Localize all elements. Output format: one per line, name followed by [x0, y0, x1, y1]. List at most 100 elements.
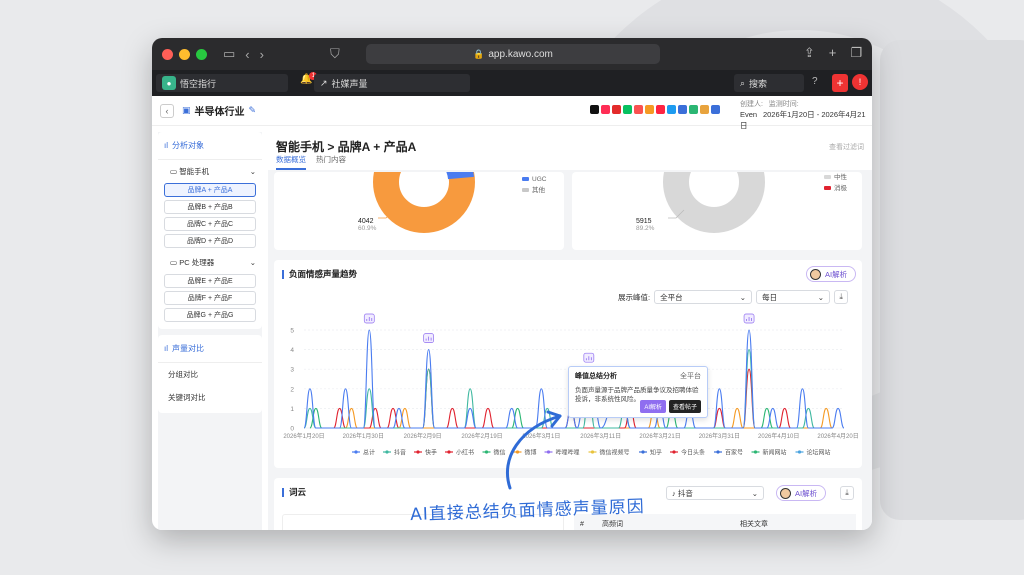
legend-item: 中性 — [824, 172, 847, 183]
bell-icon[interactable]: 🔔1 — [300, 72, 318, 85]
donut2-pct: 89.2% — [636, 225, 655, 232]
x-tick-label: 2026年4月10日 — [758, 432, 799, 440]
edit-icon[interactable]: ✎ — [249, 105, 257, 116]
y-tick-label: 1 — [290, 406, 294, 413]
main-header: 智能手机 > 品牌A + 产品A 查看过滤词 数据概览 热门内容 — [268, 132, 872, 170]
create-button[interactable]: + — [832, 74, 848, 92]
sidebar-item-brand-d[interactable]: 品牌D + 产品D — [164, 234, 256, 248]
search-icon: ⌕ — [740, 77, 746, 88]
x-tick-label: 2026年2月9日 — [404, 432, 442, 440]
sentiment-donut-card: 5915 89.2% 中性 消极 — [572, 172, 862, 250]
sidebar-item-brand-g[interactable]: 品牌G + 产品G — [164, 308, 256, 322]
platform-icon[interactable] — [700, 105, 709, 114]
browser-titlebar: ▭ ‹ › ⛉ 🔒 app.kawo.com ⇪ + ❐ — [152, 38, 872, 70]
sidebar-toggle-icon[interactable]: ▭ — [223, 46, 235, 62]
group-pc-processor[interactable]: ▭ PC 处理器 ⌄ — [158, 251, 262, 271]
platform-icon[interactable] — [678, 105, 687, 114]
sidebar-item-brand-a[interactable]: 品牌A + 产品A — [164, 183, 256, 197]
tooltip-ai-button[interactable]: AI解析 — [640, 400, 666, 413]
search-input[interactable]: ⌕ 搜索 — [734, 74, 804, 92]
new-tab-icon[interactable]: + — [829, 45, 837, 61]
legend-label: 快手 — [425, 448, 437, 456]
platform-icon[interactable] — [623, 105, 632, 114]
period-value: 2026年1月20日 - 2026年4月21日 — [740, 110, 866, 130]
forward-icon[interactable]: › — [260, 47, 264, 62]
wordcloud-ai-button[interactable]: AI解析 — [776, 485, 827, 501]
url-text: app.kawo.com — [488, 48, 553, 60]
platform-icon[interactable] — [590, 105, 599, 114]
annotation-arrow — [505, 410, 562, 490]
x-tick-label: 2026年3月21日 — [639, 432, 680, 440]
sidebar-item-brand-f[interactable]: 品牌F + 产品F — [164, 291, 256, 305]
legend-label: 知乎 — [650, 448, 662, 456]
legend-label: 微信视频号 — [600, 448, 630, 456]
minimize-window-button[interactable] — [179, 48, 190, 60]
donut1-pct: 60.9% — [358, 225, 377, 232]
wordcloud-download-button[interactable]: ⤓ — [840, 486, 854, 500]
analysis-panel: ıl 分析对象 ▭ 智能手机 ⌄ 品牌A + 产品A 品牌B + 产品B 品牌C… — [158, 132, 262, 329]
sidebar: ıl 分析对象 ▭ 智能手机 ⌄ 品牌A + 产品A 品牌B + 产品B 品牌C… — [158, 132, 262, 530]
shield-icon[interactable]: ⛉ — [330, 46, 340, 62]
app-header: ● 悟空指行 🔔1 ↗ 社媒声量 ⌕ 搜索 ? + ! — [152, 70, 872, 96]
platform-icon[interactable] — [667, 105, 676, 114]
chevron-down-icon: ⌄ — [249, 167, 256, 176]
chevron-down-icon: ⌄ — [751, 488, 758, 498]
legend-label: 抖音 — [394, 448, 406, 456]
chevron-down-icon: ⌄ — [249, 258, 256, 267]
sidebar-item-brand-c[interactable]: 品牌C + 产品C — [164, 217, 256, 231]
wordcloud-platform-value: 抖音 — [677, 488, 693, 498]
legend-dot — [716, 450, 720, 454]
platform-icon[interactable] — [612, 105, 621, 114]
tab-hot-content[interactable]: 热门内容 — [316, 154, 346, 170]
creator-label: 创建人: — [740, 101, 763, 108]
platform-icon-list — [590, 105, 720, 114]
sentiment-donut — [663, 172, 765, 233]
background-bar — [880, 40, 1024, 520]
folder-icon: ▭ — [170, 258, 178, 267]
maximize-window-button[interactable] — [196, 48, 207, 60]
y-tick-label: 2 — [290, 386, 294, 393]
wordcloud-platform-select[interactable]: ♪ 抖音 ⌄ — [666, 486, 764, 500]
donut2-label: 5915 89.2% — [636, 218, 654, 232]
platform-icon[interactable] — [645, 105, 654, 114]
workspace-selector[interactable]: ● 悟空指行 — [156, 74, 288, 92]
source-donut — [373, 172, 475, 233]
sidebar-item-brand-e[interactable]: 品牌E + 产品E — [164, 274, 256, 288]
tooltip-platform: 全平台 — [680, 373, 701, 380]
platform-icon[interactable] — [634, 105, 643, 114]
platform-icon[interactable] — [601, 105, 610, 114]
legend-dot — [641, 450, 645, 454]
view-posts-button[interactable]: 查看帖子 — [668, 400, 701, 413]
legend-label: UGC — [532, 176, 547, 183]
sidebar-item-group-compare[interactable]: 分组对比 — [158, 363, 262, 386]
legend-label: 消极 — [834, 185, 847, 192]
alert-button[interactable]: ! — [852, 74, 868, 90]
platform-icon[interactable] — [656, 105, 665, 114]
address-bar[interactable]: 🔒 app.kawo.com — [366, 44, 660, 64]
platform-icon[interactable] — [711, 105, 720, 114]
bar-chart-icon: ıl — [164, 141, 168, 150]
workspace-avatar: ● — [162, 76, 176, 90]
period-label: 监测时间: — [768, 101, 799, 108]
back-icon[interactable]: ‹ — [245, 47, 249, 62]
help-icon[interactable]: ? — [812, 76, 818, 87]
folder-icon: ▭ — [170, 167, 178, 176]
back-button[interactable]: ‹ — [160, 103, 174, 118]
sidebar-item-keyword-compare[interactable]: 关键词对比 — [158, 386, 262, 409]
donut2-legend: 中性 消极 — [824, 172, 847, 194]
platform-icon[interactable] — [689, 105, 698, 114]
legend-dot — [590, 450, 595, 454]
legend-label: 论坛网站 — [807, 448, 831, 456]
group-smartphone[interactable]: ▭ 智能手机 ⌄ — [158, 160, 262, 180]
tab-overview[interactable]: 数据概览 — [276, 154, 306, 170]
legend-dot — [797, 450, 802, 454]
share-icon[interactable]: ⇪ — [804, 45, 815, 61]
tabs-overview-icon[interactable]: ❐ — [850, 45, 862, 61]
legend-label: 中性 — [834, 174, 847, 181]
view-filter-link[interactable]: 查看过滤词 — [829, 142, 864, 152]
group-label: 智能手机 — [179, 167, 210, 176]
sidebar-item-brand-b[interactable]: 品牌B + 产品B — [164, 200, 256, 214]
module-selector[interactable]: ↗ 社媒声量 — [314, 74, 470, 92]
close-window-button[interactable] — [162, 48, 173, 60]
legend-label: 其他 — [532, 187, 545, 194]
